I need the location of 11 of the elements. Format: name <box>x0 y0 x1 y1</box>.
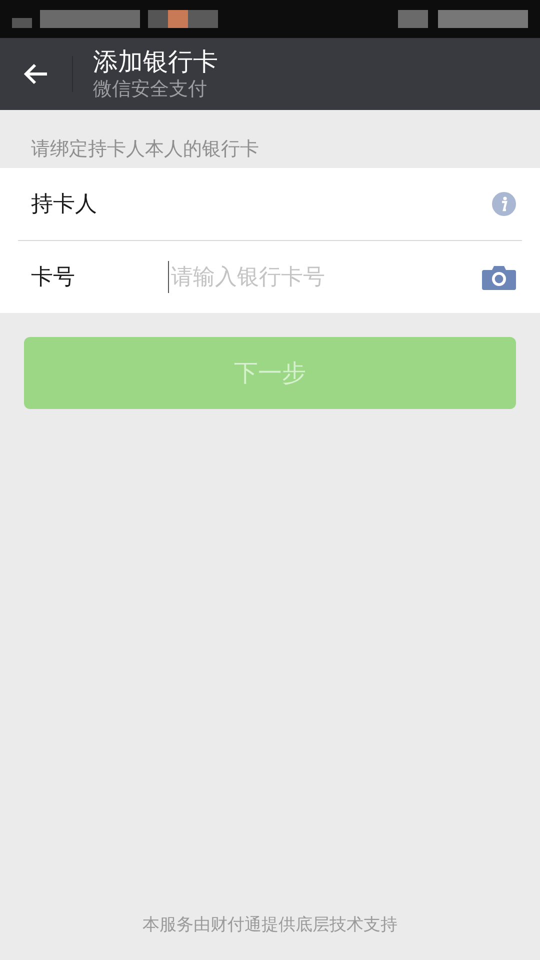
camera-icon[interactable] <box>482 264 516 290</box>
field-label: 持卡人 <box>31 191 98 219</box>
info-icon[interactable] <box>492 192 516 216</box>
page-title: 添加银行卡 <box>93 47 218 77</box>
back-button[interactable] <box>23 63 49 85</box>
hint-text: 请绑定持卡人本人的银行卡 <box>31 137 259 161</box>
footer-note: 本服务由财付通提供底层技术支持 <box>142 914 398 936</box>
back-arrow-icon <box>23 63 49 85</box>
field-label: 卡号 <box>31 264 76 292</box>
card-number-field[interactable]: 请输入银行卡号 <box>168 261 482 293</box>
page-subtitle: 微信安全支付 <box>93 77 208 101</box>
